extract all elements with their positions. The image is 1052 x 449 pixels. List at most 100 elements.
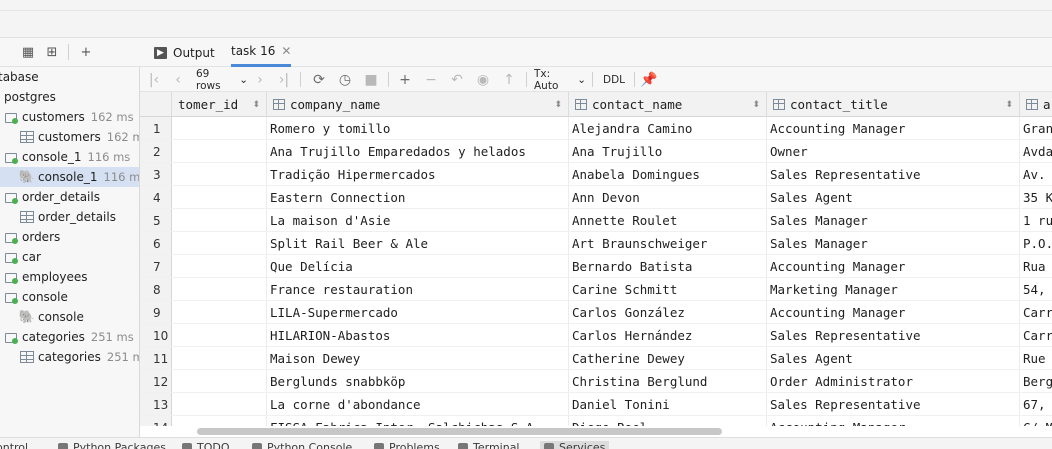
submit-icon[interactable]: ↑ [500, 70, 518, 90]
table-row[interactable]: 5 La maison d'Asie Annette Roulet Sales Man… [140, 209, 1052, 232]
cell-contact-name[interactable]: Carine Schmitt [569, 278, 767, 301]
cell-address[interactable]: Carr [1020, 301, 1052, 324]
cell-customer-id[interactable] [172, 370, 267, 393]
rows-count-dropdown[interactable]: 69 rows ⌄ [196, 68, 248, 92]
cell-contact-title[interactable]: Sales Agent [767, 347, 1020, 370]
cell-contact-name[interactable]: Anabela Domingues [569, 163, 767, 186]
cell-customer-id[interactable] [172, 324, 267, 347]
tree-item[interactable]: console_1 116 ms [4, 147, 130, 167]
stop-icon[interactable]: ■ [362, 70, 380, 90]
cell-address[interactable]: Berg [1020, 370, 1052, 393]
cell-address[interactable]: Rua [1020, 255, 1052, 278]
cell-address[interactable]: Avda [1020, 140, 1052, 163]
column-header-contact-title[interactable]: contact_title ⬍ [767, 92, 1020, 117]
ddl-button[interactable]: DDL [600, 70, 628, 90]
cell-company-name[interactable]: Tradição Hipermercados [267, 163, 569, 186]
sort-icon[interactable]: ⬍ [252, 100, 260, 110]
cell-company-name[interactable]: Romero y tomillo [267, 117, 569, 140]
bottom-tab[interactable]: Terminal [458, 441, 520, 449]
pin-icon[interactable]: 📌 [640, 70, 658, 90]
cell-company-name[interactable]: France restauration [267, 278, 569, 301]
table-row[interactable]: 8 France restauration Carine Schmitt Market… [140, 278, 1052, 301]
tree-item[interactable]: 🐘console_1 116 ms [0, 167, 139, 187]
cell-company-name[interactable]: FISSA Fabrica Inter. Salchichas S.A. [267, 416, 569, 426]
cell-customer-id[interactable] [172, 232, 267, 255]
cell-company-name[interactable]: La maison d'Asie [267, 209, 569, 232]
column-header-customer-id[interactable]: tomer_id ⬍ [172, 92, 267, 117]
close-icon[interactable]: ✕ [281, 44, 291, 58]
cell-contact-name[interactable]: Bernardo Batista [569, 255, 767, 278]
plus-icon[interactable]: + [76, 43, 96, 61]
add-service-icon[interactable]: ⊞ [42, 43, 62, 61]
tree-item[interactable]: categories 251 ms [20, 347, 139, 367]
cell-contact-title[interactable]: Owner [767, 140, 1020, 163]
cell-customer-id[interactable] [172, 186, 267, 209]
cell-contact-title[interactable]: Accounting Manager [767, 301, 1020, 324]
cell-contact-title[interactable]: Sales Representative [767, 324, 1020, 347]
tree-item[interactable]: order_details [20, 207, 116, 227]
tree-item[interactable]: 🐘 console [19, 307, 84, 327]
cell-contact-name[interactable]: Alejandra Camino [569, 117, 767, 140]
bottom-tab[interactable]: TODO [182, 441, 230, 449]
sort-icon[interactable]: ⬍ [554, 100, 562, 110]
table-row[interactable]: 3 Tradição Hipermercados Anabela Domingues… [140, 163, 1052, 186]
cell-address[interactable]: 35 K [1020, 186, 1052, 209]
cell-contact-name[interactable]: Carlos González [569, 301, 767, 324]
tree-item[interactable]: categories 251 ms [4, 327, 134, 347]
first-page-icon[interactable]: |‹ [146, 70, 162, 90]
cell-contact-name[interactable]: Diego Roel [569, 416, 767, 426]
cell-contact-name[interactable]: Carlos Hernández [569, 324, 767, 347]
cell-contact-name[interactable]: Ann Devon [569, 186, 767, 209]
cell-customer-id[interactable] [172, 301, 267, 324]
table-row[interactable]: 10 HILARION-Abastos Carlos Hernández Sales … [140, 324, 1052, 347]
cell-address[interactable]: 54, [1020, 278, 1052, 301]
cell-address[interactable]: P.O. [1020, 232, 1052, 255]
table-row[interactable]: 9 LILA-Supermercado Carlos González Account… [140, 301, 1052, 324]
cell-contact-title[interactable]: Sales Manager [767, 209, 1020, 232]
cell-company-name[interactable]: HILARION-Abastos [267, 324, 569, 347]
cell-contact-name[interactable]: Catherine Dewey [569, 347, 767, 370]
column-header-address[interactable]: a [1020, 92, 1052, 117]
cell-contact-name[interactable]: Daniel Tonini [569, 393, 767, 416]
cell-company-name[interactable]: Que Delícia [267, 255, 569, 278]
table-row[interactable]: 12 Berglunds snabbköp Christina Berglund Or… [140, 370, 1052, 393]
horizontal-scrollbar[interactable] [197, 428, 722, 435]
cell-address[interactable]: Rue [1020, 347, 1052, 370]
cell-address[interactable]: 1 ru [1020, 209, 1052, 232]
next-page-icon[interactable]: › [252, 70, 268, 90]
add-row-icon[interactable]: + [396, 70, 414, 90]
cell-contact-name[interactable]: Christina Berglund [569, 370, 767, 393]
bottom-tab[interactable]: Python Console [252, 441, 352, 449]
cell-customer-id[interactable] [172, 140, 267, 163]
cell-customer-id[interactable] [172, 117, 267, 140]
cell-company-name[interactable]: Ana Trujillo Emparedados y helados [267, 140, 569, 163]
table-row[interactable]: 1 Romero y tomillo Alejandra Camino Account… [140, 117, 1052, 140]
cell-company-name[interactable]: La corne d'abondance [267, 393, 569, 416]
cell-customer-id[interactable] [172, 416, 267, 426]
sort-icon[interactable]: ⬍ [1005, 100, 1013, 110]
cell-customer-id[interactable] [172, 163, 267, 186]
preview-icon[interactable]: ◉ [474, 70, 492, 90]
cell-address[interactable]: Gran [1020, 117, 1052, 140]
tree-item[interactable]: postgres [4, 87, 56, 107]
cell-customer-id[interactable] [172, 278, 267, 301]
table-row[interactable]: 13 La corne d'abondance Daniel Tonini Sales… [140, 393, 1052, 416]
cell-contact-title[interactable]: Marketing Manager [767, 278, 1020, 301]
last-page-icon[interactable]: ›| [276, 70, 292, 90]
cell-contact-title[interactable]: Sales Manager [767, 232, 1020, 255]
cell-customer-id[interactable] [172, 347, 267, 370]
cell-contact-title[interactable]: Accounting Manager [767, 117, 1020, 140]
table-row[interactable]: 7 Que Delícia Bernardo Batista Accounting M… [140, 255, 1052, 278]
tab-output[interactable]: ▶ Output [154, 38, 215, 67]
bottom-tab[interactable]: Problems [374, 441, 440, 449]
cell-company-name[interactable]: Eastern Connection [267, 186, 569, 209]
cell-contact-title[interactable]: Accounting Manager [767, 416, 1020, 426]
tree-item[interactable]: orders [4, 227, 60, 247]
table-row[interactable]: 6 Split Rail Beer & Ale Art Braunschweiger… [140, 232, 1052, 255]
tree-item[interactable]: customers 162 ms [4, 107, 134, 127]
bottom-tab[interactable]: Python Packages [58, 441, 166, 449]
cell-contact-title[interactable]: Sales Representative [767, 393, 1020, 416]
cell-contact-title[interactable]: Accounting Manager [767, 255, 1020, 278]
history-icon[interactable]: ◷ [336, 70, 354, 90]
cell-address[interactable]: Av. [1020, 163, 1052, 186]
